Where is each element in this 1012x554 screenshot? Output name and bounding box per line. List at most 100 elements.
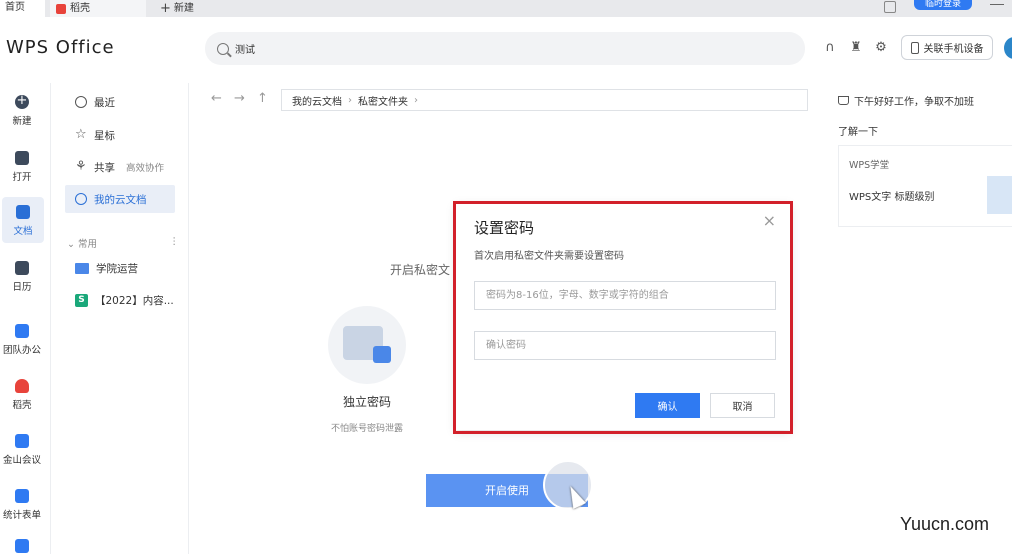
phone-icon xyxy=(910,41,919,54)
coffee-icon xyxy=(838,96,849,105)
plus-icon: + xyxy=(160,1,171,16)
tab-docer[interactable]: 稻壳 xyxy=(50,0,146,17)
tab-home[interactable]: 首页 xyxy=(0,0,45,17)
greeting: 下午好好工作，争取不加班 xyxy=(838,93,974,108)
chevron-right-icon: › xyxy=(348,94,352,106)
gear-icon[interactable]: ⚙ xyxy=(873,40,889,56)
more-app-icon xyxy=(15,539,29,553)
header: WPS Office ∩ ♜ ⚙ 关联手机设备 xyxy=(0,17,1012,83)
nav-label: 最近 xyxy=(94,96,115,109)
docer-logo-icon xyxy=(56,3,66,14)
share-icon: ⚘ xyxy=(75,159,87,174)
nav-item-folder[interactable]: 学院运营 xyxy=(65,254,175,282)
nav-item-cloud[interactable]: 我的云文档 xyxy=(65,185,175,213)
dialog-subtitle: 首次启用私密文件夹需要设置密码 xyxy=(474,251,624,262)
search-input[interactable] xyxy=(235,43,775,54)
chevron-right-icon: › xyxy=(414,94,418,106)
rail-item-form[interactable]: 统计表单 xyxy=(0,481,44,527)
nav-section-label: ⌄ 常用 xyxy=(67,239,97,250)
rail-label: 稻壳 xyxy=(12,400,32,411)
link-phone-button[interactable]: 关联手机设备 xyxy=(901,35,993,60)
nav-label: 学院运营 xyxy=(96,262,138,275)
learn-more-label: 了解一下 xyxy=(838,127,878,138)
breadcrumb-root[interactable]: 我的云文档 xyxy=(292,93,342,108)
tab-new-label: 新建 xyxy=(173,3,194,14)
lock-icon xyxy=(373,346,391,363)
watermark: Yuucn.com xyxy=(900,514,990,534)
rail-label: 打开 xyxy=(12,172,32,183)
link-phone-label: 关联手机设备 xyxy=(923,44,984,55)
nav-item-recent[interactable]: 最近 xyxy=(65,88,175,116)
dialog-title: 设置密码 xyxy=(474,219,535,237)
window-icon[interactable] xyxy=(884,1,896,13)
nav-label: 星标 xyxy=(94,129,115,142)
card-title: WPS学堂 xyxy=(849,160,890,171)
tab-docer-label: 稻壳 xyxy=(70,3,90,14)
academy-card[interactable]: WPS学堂 WPS文字 标题级别 xyxy=(838,145,1012,227)
feature-desc: 不怕账号密码泄露 xyxy=(330,424,403,434)
spreadsheet-icon: S xyxy=(75,293,88,307)
nav-label: 【2022】内容... xyxy=(95,294,174,307)
rail-item-open[interactable]: 打开 xyxy=(0,143,44,189)
greeting-text: 下午好好工作，争取不加班 xyxy=(854,97,974,108)
rail-label: 金山会议 xyxy=(2,455,41,466)
path-bar: ← → ↑ 我的云文档 › 私密文件夹 › xyxy=(205,89,808,111)
forward-arrow-icon[interactable]: → xyxy=(234,91,245,106)
nav-item-sheet[interactable]: S 【2022】内容... xyxy=(65,286,175,314)
left-rail: 新建 打开 文档 日历 团队办公 稻壳 金山会议 统计表单 xyxy=(0,83,51,554)
search-icon xyxy=(217,42,229,55)
nav-item-shared[interactable]: ⚘ 共享 高效协作 xyxy=(65,153,175,181)
meeting-icon xyxy=(15,434,29,448)
minimize-icon[interactable] xyxy=(990,4,1004,5)
avatar[interactable] xyxy=(1004,37,1012,59)
password-input[interactable] xyxy=(474,281,776,310)
set-password-dialog: 设置密码 × 首次启用私密文件夹需要设置密码 确认 取消 xyxy=(456,204,790,430)
folder-icon xyxy=(75,262,89,274)
rail-label: 文档 xyxy=(13,226,33,237)
up-arrow-icon[interactable]: ↑ xyxy=(257,91,268,106)
nav-panel: 最近 ☆ 星标 ⚘ 共享 高效协作 我的云文档 ⌄ 常用 ⋮ 学院运营 S 【2… xyxy=(51,83,189,554)
close-icon[interactable]: × xyxy=(763,211,776,230)
rail-item-more[interactable] xyxy=(0,531,44,554)
rail-item-docer[interactable]: 稻壳 xyxy=(0,371,44,417)
rail-label: 日历 xyxy=(12,282,32,293)
rail-label: 统计表单 xyxy=(2,510,41,521)
card-item[interactable]: WPS文字 标题级别 xyxy=(849,188,934,203)
video-thumbnail[interactable] xyxy=(987,176,1012,214)
skin-icon[interactable]: ♜ xyxy=(848,40,864,56)
back-arrow-icon[interactable]: ← xyxy=(211,91,222,106)
rail-item-team[interactable]: 团队办公 xyxy=(0,316,44,362)
folder-open-icon xyxy=(15,151,29,165)
cloud-icon xyxy=(75,193,87,205)
docer-icon xyxy=(15,379,29,393)
cancel-button[interactable]: 取消 xyxy=(710,393,775,418)
headset-icon[interactable]: ∩ xyxy=(822,40,838,56)
nav-sub-label: 高效协作 xyxy=(126,163,165,174)
rail-item-meeting[interactable]: 金山会议 xyxy=(0,426,44,472)
nav-label: 我的云文档 xyxy=(94,193,147,206)
intro-title: 开启私密文 xyxy=(390,263,451,277)
more-vertical-icon[interactable]: ⋮ xyxy=(170,236,180,250)
rail-item-docs[interactable]: 文档 xyxy=(2,197,44,243)
nav-label: 共享 xyxy=(94,161,115,174)
team-icon xyxy=(15,324,29,338)
tab-bar: 首页 稻壳 + 新建 临时登录 xyxy=(0,0,1012,17)
nav-section-frequent[interactable]: ⌄ 常用 ⋮ xyxy=(67,236,179,250)
feature-title: 独立密码 xyxy=(342,395,391,409)
nav-item-starred[interactable]: ☆ 星标 xyxy=(65,121,175,149)
breadcrumb-current[interactable]: 私密文件夹 xyxy=(358,93,408,108)
confirm-password-input[interactable] xyxy=(474,331,776,360)
temp-login-button[interactable]: 临时登录 xyxy=(914,0,972,10)
star-icon: ☆ xyxy=(75,127,87,142)
brand-logo: WPS Office xyxy=(6,37,115,58)
rail-item-new[interactable]: 新建 xyxy=(0,87,44,133)
calendar-icon xyxy=(15,261,29,275)
rail-item-calendar[interactable]: 日历 xyxy=(0,253,44,299)
rail-label: 团队办公 xyxy=(2,345,41,356)
rail-label: 新建 xyxy=(12,116,32,127)
search-bar[interactable] xyxy=(205,32,805,65)
confirm-button[interactable]: 确认 xyxy=(635,393,700,418)
clock-icon xyxy=(75,96,87,108)
tab-new[interactable]: + 新建 xyxy=(160,0,194,17)
breadcrumb: 我的云文档 › 私密文件夹 › xyxy=(281,89,808,111)
